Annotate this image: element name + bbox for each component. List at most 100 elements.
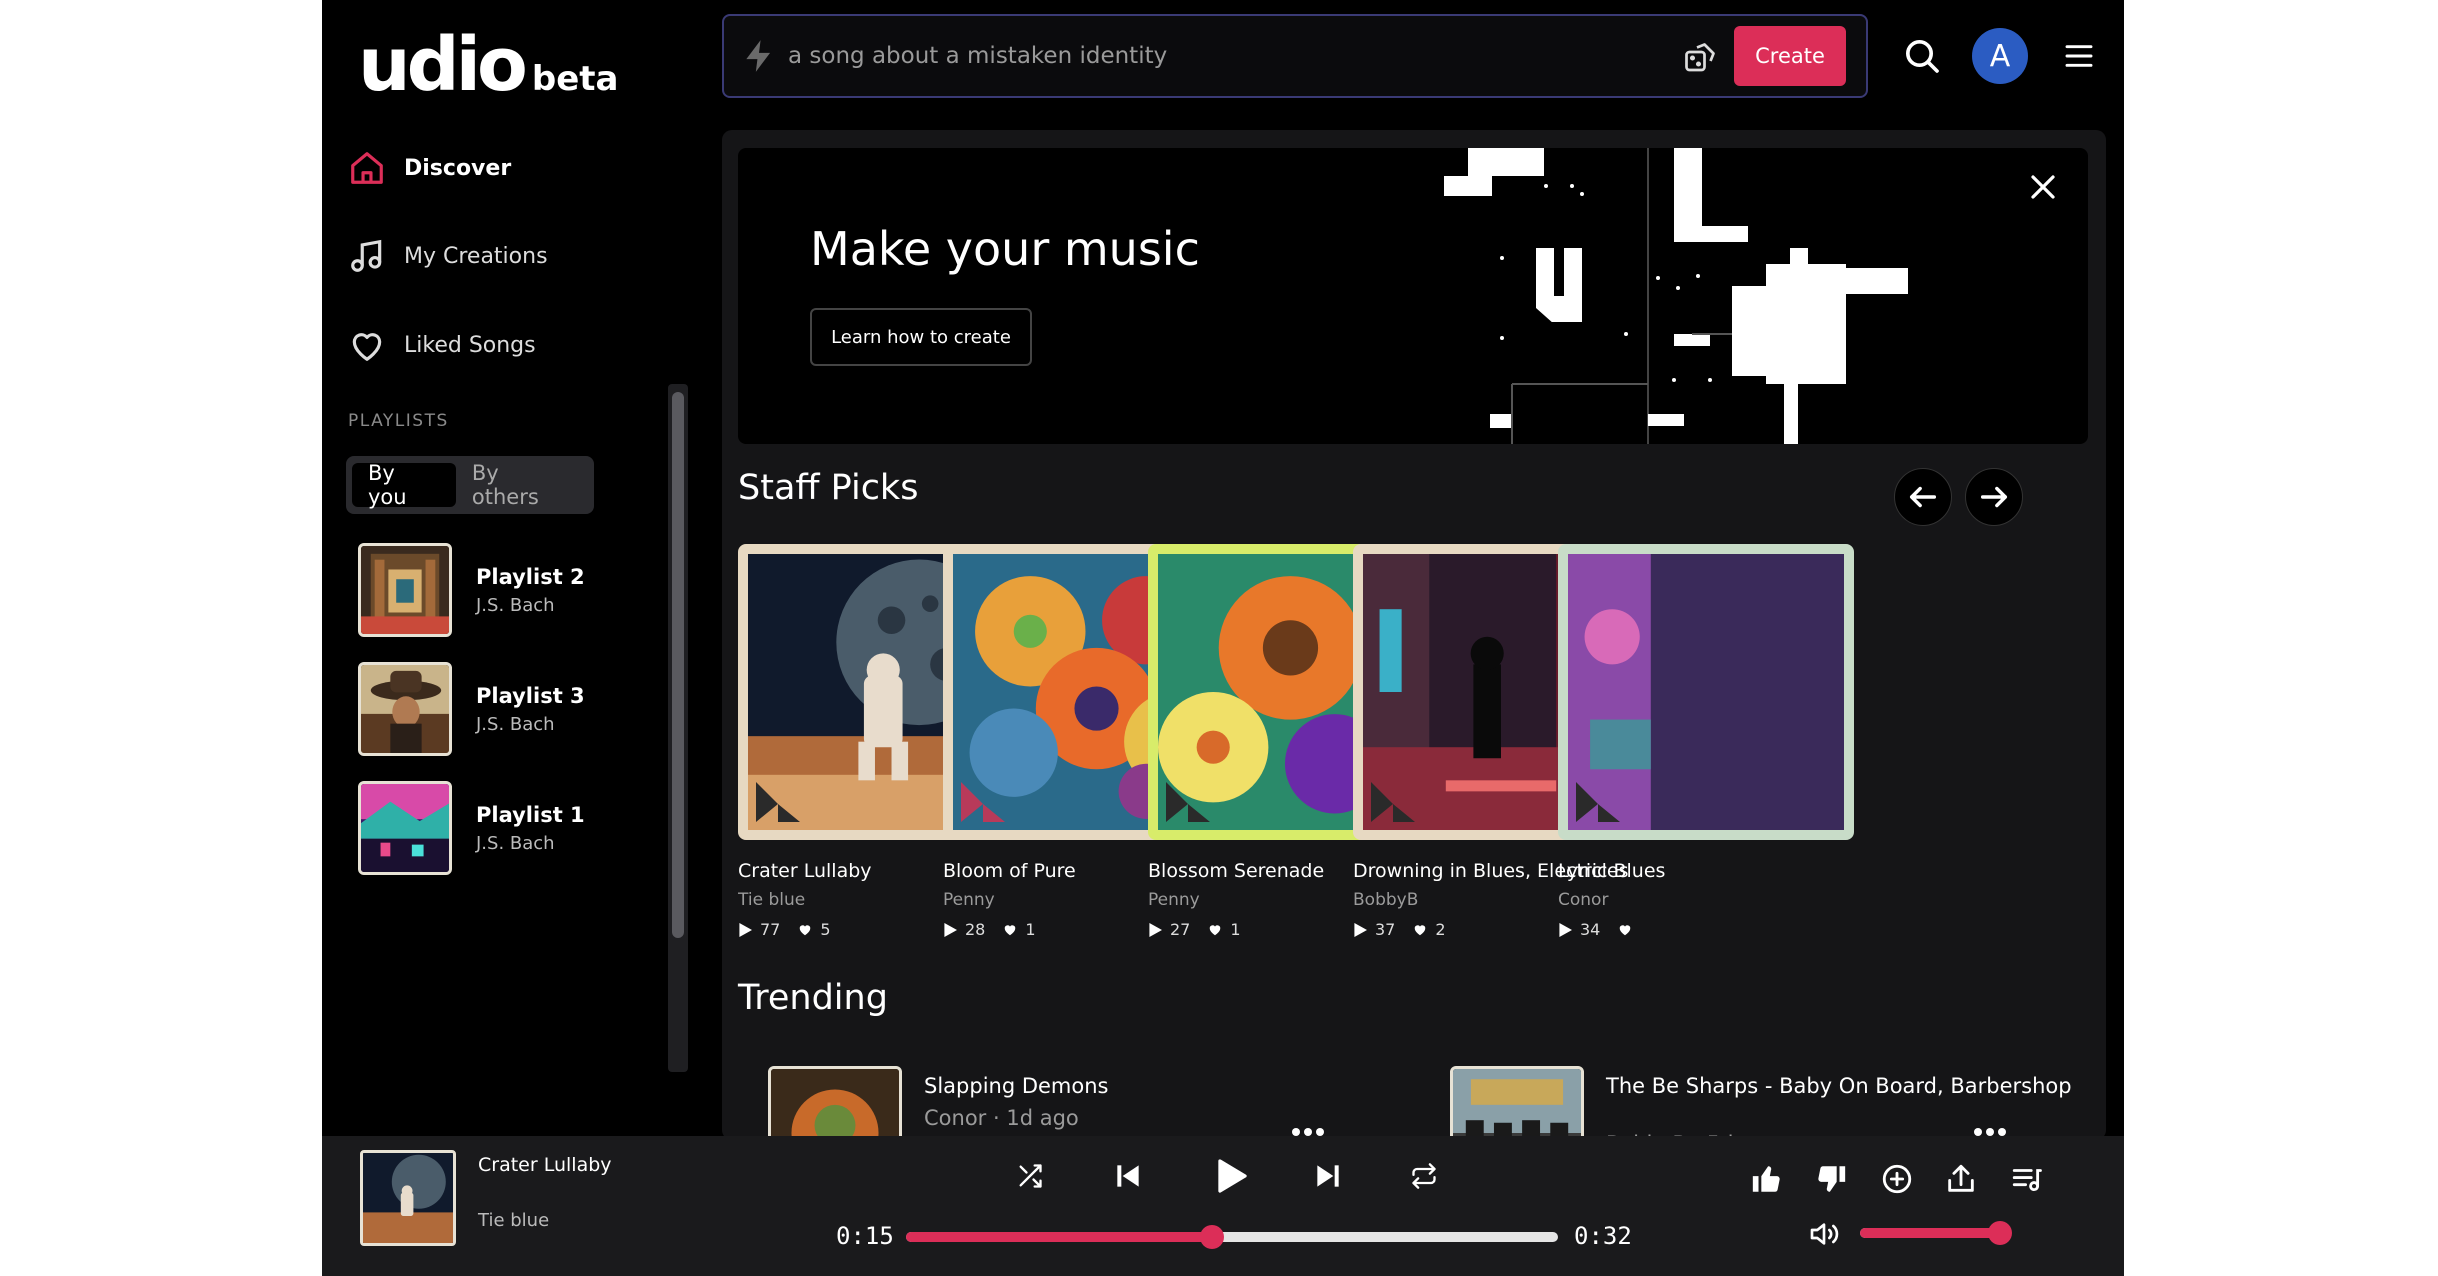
play-count: 27 bbox=[1170, 920, 1191, 939]
nav-discover[interactable]: Discover bbox=[348, 146, 511, 190]
dice-icon[interactable] bbox=[1682, 40, 1718, 76]
trending-title: Trending bbox=[738, 978, 888, 1018]
lightning-icon bbox=[746, 40, 771, 72]
close-icon[interactable] bbox=[2028, 172, 2058, 202]
queue-icon[interactable] bbox=[2010, 1162, 2044, 1196]
add-to-playlist-icon[interactable] bbox=[1880, 1162, 1914, 1196]
trending-item[interactable]: The Be Sharps - Baby On Board, Barbersho… bbox=[1450, 1066, 2072, 1140]
song-stats: 34 bbox=[1558, 920, 1854, 939]
trending-cover bbox=[768, 1066, 902, 1140]
song-author[interactable]: Conor bbox=[1558, 890, 1854, 910]
song-title: Lyricles bbox=[1558, 860, 1629, 882]
play-count-icon bbox=[1559, 922, 1572, 937]
nav-discover-label: Discover bbox=[404, 155, 512, 181]
play-count: 34 bbox=[1580, 920, 1601, 939]
sidebar-scroll-thumb[interactable] bbox=[672, 392, 684, 938]
playlist-name: Playlist 2 bbox=[476, 564, 585, 589]
like-count: 1 bbox=[1025, 920, 1036, 939]
home-icon bbox=[351, 152, 383, 184]
play-count: 28 bbox=[965, 920, 986, 939]
learn-how-button[interactable]: Learn how to create bbox=[810, 308, 1032, 366]
playlists-heading: PLAYLISTS bbox=[348, 411, 449, 431]
hamburger-menu-icon[interactable] bbox=[2062, 40, 2096, 72]
prompt-input[interactable] bbox=[788, 34, 1668, 78]
carousel-prev-button[interactable] bbox=[1894, 468, 1952, 526]
like-count-icon bbox=[1210, 924, 1221, 935]
udio-corner-mark bbox=[1166, 782, 1210, 822]
trending-song-title: Slapping Demons bbox=[924, 1074, 1109, 1098]
previous-track-icon[interactable] bbox=[1112, 1160, 1144, 1192]
song-card[interactable]: Lyricles Conor 34 bbox=[1558, 544, 1854, 939]
playlist-author: J.S. Bach bbox=[476, 832, 555, 854]
meta-separator: · bbox=[993, 1106, 1007, 1130]
nav-my-creations[interactable]: My Creations bbox=[348, 234, 548, 278]
heart-icon bbox=[352, 333, 382, 361]
playlist-name: Playlist 3 bbox=[476, 683, 585, 708]
search-icon[interactable] bbox=[1902, 36, 1942, 76]
udio-logo[interactable]: udio beta bbox=[358, 20, 619, 108]
volume-icon[interactable] bbox=[1808, 1218, 1840, 1250]
volume-knob[interactable] bbox=[1988, 1221, 2013, 1245]
sidebar-scrollbar[interactable] bbox=[668, 384, 688, 1072]
now-playing-cover[interactable] bbox=[360, 1150, 456, 1246]
play-count: 77 bbox=[760, 920, 781, 939]
udio-corner-mark bbox=[1371, 782, 1415, 822]
play-count-icon bbox=[1354, 922, 1367, 937]
volume-fill bbox=[1860, 1228, 2006, 1238]
logo-text: udio bbox=[358, 22, 528, 108]
repeat-icon[interactable] bbox=[1410, 1162, 1438, 1190]
filter-by-others[interactable]: By others bbox=[456, 461, 588, 509]
udio-corner-mark bbox=[961, 782, 1005, 822]
thumbs-down-icon[interactable] bbox=[1814, 1162, 1848, 1196]
user-avatar[interactable]: A bbox=[1972, 28, 2028, 84]
logo-beta-tag: beta bbox=[531, 59, 619, 99]
udio-corner-mark bbox=[756, 782, 800, 822]
playlist-cover bbox=[358, 781, 452, 875]
playlist-item[interactable]: Playlist 2 J.S. Bach bbox=[358, 542, 688, 638]
play-count-icon bbox=[944, 922, 957, 937]
main-content: Make your music Learn how to create Staf… bbox=[722, 130, 2106, 1140]
like-count: 2 bbox=[1435, 920, 1446, 939]
nav-liked-songs[interactable]: Liked Songs bbox=[348, 323, 536, 367]
play-icon[interactable] bbox=[1210, 1156, 1250, 1196]
play-count: 37 bbox=[1375, 920, 1396, 939]
create-button[interactable]: Create bbox=[1734, 26, 1846, 86]
like-count: 5 bbox=[820, 920, 831, 939]
share-icon[interactable] bbox=[1944, 1162, 1978, 1196]
progress-knob[interactable] bbox=[1199, 1225, 1224, 1249]
playlist-item[interactable]: Playlist 3 J.S. Bach bbox=[358, 661, 688, 757]
progress-slider[interactable] bbox=[906, 1225, 1558, 1249]
thumbs-up-icon[interactable] bbox=[1750, 1162, 1784, 1196]
playlist-cover bbox=[358, 543, 452, 637]
playlist-author: J.S. Bach bbox=[476, 713, 555, 735]
trending-item[interactable]: Slapping Demons Conor · 1d ago bbox=[768, 1066, 1368, 1140]
playlist-cover bbox=[358, 662, 452, 756]
playlist-item[interactable]: Playlist 1 J.S. Bach bbox=[358, 780, 688, 876]
now-playing-title[interactable]: Crater Lullaby bbox=[478, 1154, 612, 1176]
player-bar: Crater Lullaby Tie blue 0:15 0:32 bbox=[322, 1136, 2124, 1276]
volume-slider[interactable] bbox=[1860, 1221, 2013, 1245]
like-count-icon bbox=[800, 924, 811, 935]
playlist-name: Playlist 1 bbox=[476, 802, 585, 827]
trending-song-title: The Be Sharps - Baby On Board, Barbersho… bbox=[1606, 1074, 2072, 1098]
filter-by-you[interactable]: By you bbox=[352, 461, 456, 509]
shuffle-icon[interactable] bbox=[1016, 1162, 1044, 1190]
trending-song-author[interactable]: Conor bbox=[924, 1106, 986, 1130]
next-track-icon[interactable] bbox=[1312, 1160, 1344, 1192]
play-count-icon bbox=[739, 922, 752, 937]
play-count-icon bbox=[1149, 922, 1162, 937]
like-count: 1 bbox=[1230, 920, 1241, 939]
staff-picks-carousel: Crater Lullaby Tie blue 77 5 Bloom of Pu… bbox=[738, 544, 2088, 974]
nav-my-creations-label: My Creations bbox=[404, 243, 548, 269]
like-count-icon bbox=[1415, 924, 1426, 935]
song-cover bbox=[1558, 544, 1854, 840]
carousel-next-button[interactable] bbox=[1965, 468, 2023, 526]
now-playing-artist[interactable]: Tie blue bbox=[478, 1210, 549, 1231]
promo-banner: Make your music Learn how to create bbox=[738, 148, 2088, 444]
progress-fill bbox=[906, 1232, 1212, 1242]
udio-pixel-art bbox=[1444, 148, 1908, 444]
udio-app: udio beta Discover My Creations Liked So… bbox=[322, 0, 2124, 1276]
music-note-icon bbox=[351, 239, 382, 272]
udio-corner-mark bbox=[1576, 782, 1620, 822]
playlist-filter-toggle: By you By others bbox=[346, 456, 594, 514]
